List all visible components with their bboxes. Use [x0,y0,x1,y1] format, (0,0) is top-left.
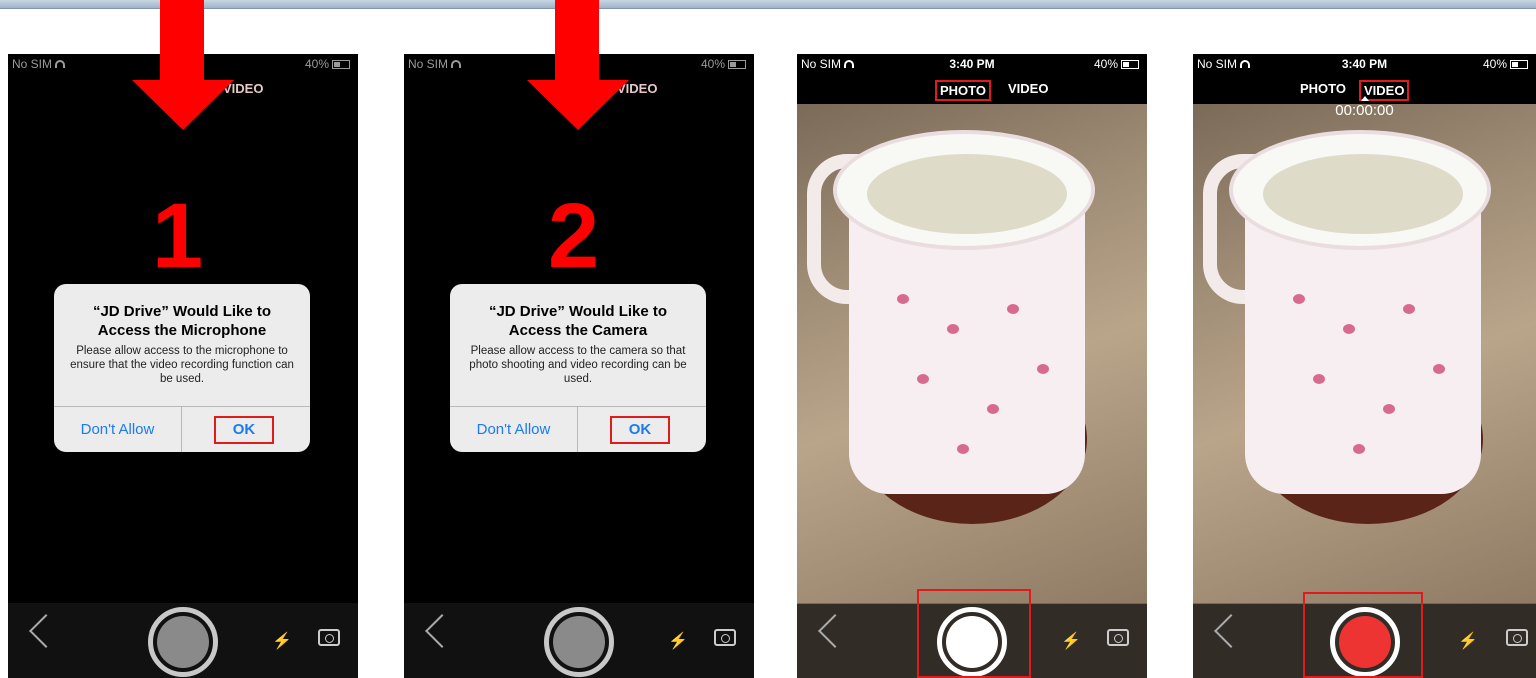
record-highlight [1303,592,1423,678]
phone-screen-camera-permission: No SIM 40% VIDEO “JD Drive” Would Like t… [404,54,754,678]
shutter-button[interactable] [544,607,614,677]
carrier-label: No SIM [12,57,66,71]
camera-switch-icon[interactable] [1506,629,1528,646]
battery-icon [1510,60,1528,69]
shutter-highlight [917,589,1031,678]
battery-indicator: 40% [701,57,746,71]
ok-highlight: OK [214,416,274,444]
dialog-title: “JD Drive” Would Like to Access the Micr… [92,303,272,339]
battery-indicator: 40% [1483,57,1528,71]
dialog-message: Please allow access to the camera so tha… [469,345,687,385]
camera-controls: ⚡ [8,603,358,678]
flash-off-icon[interactable]: ⚡ [1061,631,1081,651]
battery-icon [332,60,350,69]
flash-off-icon[interactable]: ⚡ [1458,631,1478,651]
mode-photo[interactable]: PHOTO [935,80,991,101]
carrier-label: No SIM [408,57,462,71]
capture-mode-switcher: PHOTO VIDEO [797,78,1147,101]
battery-indicator: 40% [305,57,350,71]
chevron-left-icon[interactable] [29,614,63,648]
battery-icon [1121,60,1139,69]
ok-button[interactable]: OK [578,407,706,452]
shutter-button[interactable] [148,607,218,677]
header-bar [0,0,1536,9]
chevron-left-icon[interactable] [818,614,852,648]
step-number-2: 2 [548,185,600,287]
capture-mode-switcher: PHOTO VIDEO [1193,78,1536,101]
dialog-buttons: Don't Allow OK [54,406,310,452]
microphone-permission-dialog: “JD Drive” Would Like to Access the Micr… [54,284,310,452]
flash-off-icon[interactable]: ⚡ [668,631,688,651]
dont-allow-button[interactable]: Don't Allow [54,407,182,452]
wifi-icon [55,60,66,68]
camera-switch-icon[interactable] [714,629,736,646]
recording-timer: 00:00:00 [1335,102,1394,119]
ok-highlight: OK [610,416,670,444]
mode-video[interactable]: VIDEO [1005,80,1051,97]
camera-switch-icon[interactable] [318,629,340,646]
battery-icon [728,60,746,69]
camera-preview [797,104,1147,604]
phone-screen-photo-mode: No SIM 3:40 PM 40% PHOTO VIDEO ⚡ [797,54,1147,678]
dont-allow-button[interactable]: Don't Allow [450,407,578,452]
mode-photo[interactable]: PHOTO [1297,80,1349,97]
dialog-message: Please allow access to the microphone to… [70,345,294,385]
dialog-title: “JD Drive” Would Like to Access the Came… [488,303,668,339]
phone-screen-video-mode: No SIM 3:40 PM 40% PHOTO VIDEO 00:00:00 … [1193,54,1536,678]
tutorial-page: No SIM 40% VIDEO “JD Drive” Would Like t… [0,0,1536,678]
ok-button[interactable]: OK [182,407,310,452]
battery-indicator: 40% [1094,57,1139,71]
chevron-left-icon[interactable] [425,614,459,648]
water-image [1263,154,1463,234]
step-number-1: 1 [152,185,204,287]
status-bar: No SIM 3:40 PM 40% [797,54,1147,74]
camera-controls: ⚡ [404,603,754,678]
wifi-icon [451,60,462,68]
camera-preview [1193,104,1536,604]
status-bar: No SIM 3:40 PM 40% [1193,54,1536,74]
selected-mode-caret [1360,96,1369,101]
phone-screen-microphone-permission: No SIM 40% VIDEO “JD Drive” Would Like t… [8,54,358,678]
camera-permission-dialog: “JD Drive” Would Like to Access the Came… [450,284,706,452]
chevron-left-icon[interactable] [1214,614,1248,648]
flash-off-icon[interactable]: ⚡ [272,631,292,651]
dialog-buttons: Don't Allow OK [450,406,706,452]
water-image [867,154,1067,234]
camera-switch-icon[interactable] [1107,629,1129,646]
